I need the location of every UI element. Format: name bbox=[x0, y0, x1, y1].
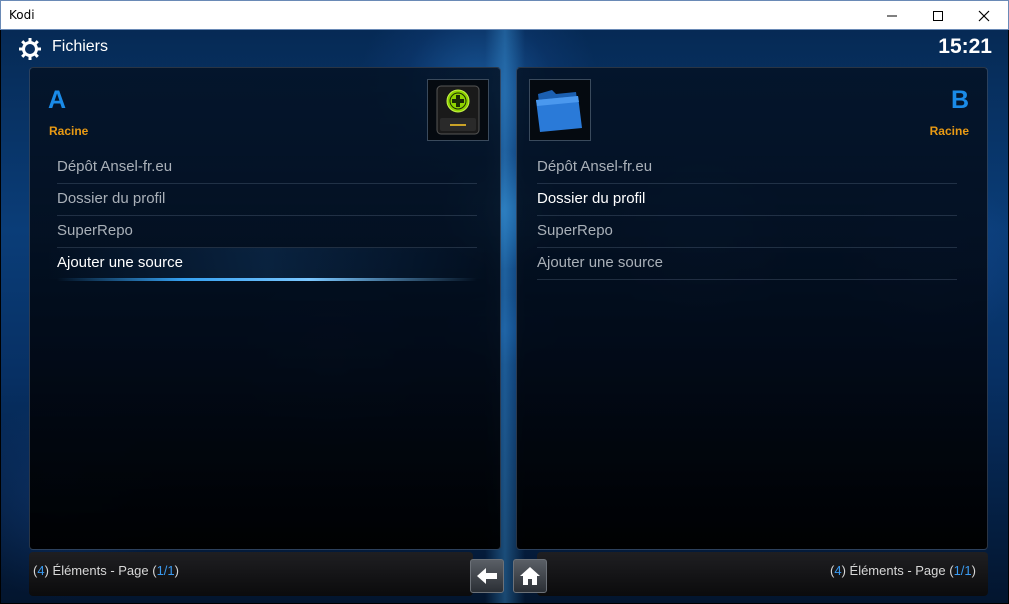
back-button[interactable] bbox=[470, 559, 504, 593]
source-panel-b: B Racine Dépôt Ansel-fr.eu Dossier du pr… bbox=[516, 67, 988, 550]
list-item[interactable]: Dépôt Ansel-fr.eu bbox=[537, 152, 957, 184]
panel-a-thumbnail bbox=[427, 79, 489, 141]
footer-paren: ) bbox=[971, 563, 976, 578]
list-item-label: Dossier du profil bbox=[537, 190, 646, 207]
list-item[interactable]: SuperRepo bbox=[537, 216, 957, 248]
list-item-focused[interactable]: Ajouter une source bbox=[47, 248, 487, 281]
list-item-label: Ajouter une source bbox=[537, 254, 663, 271]
blue-folder-icon bbox=[536, 90, 582, 132]
clock: 15:21 bbox=[938, 35, 992, 58]
kodi-stage: Fichiers 15:21 A Racine Dépôt Ansel-fr.e… bbox=[1, 30, 1008, 603]
panel-a-item-count: (4) Éléments - Page (1/1) bbox=[33, 563, 179, 578]
list-item[interactable]: Ajouter une source bbox=[537, 248, 957, 280]
list-item[interactable]: Dossier du profil bbox=[57, 184, 477, 216]
source-panel-a: A Racine Dépôt Ansel-fr.eu Dossier du pr… bbox=[29, 67, 501, 550]
list-item-label: Dossier du profil bbox=[57, 190, 166, 207]
list-item[interactable]: SuperRepo bbox=[57, 216, 477, 248]
footer-paren: ) bbox=[174, 563, 179, 578]
back-arrow-icon bbox=[477, 568, 497, 584]
footer-label: ) Éléments - Page ( bbox=[44, 563, 157, 578]
footer-label: ) Éléments - Page ( bbox=[841, 563, 954, 578]
maximize-icon bbox=[933, 10, 943, 21]
list-item-label: Dépôt Ansel-fr.eu bbox=[57, 158, 173, 175]
list-item[interactable]: Dépôt Ansel-fr.eu bbox=[57, 152, 477, 184]
close-icon bbox=[978, 10, 990, 21]
footer-count: 4 bbox=[834, 563, 842, 578]
maximize-button[interactable] bbox=[915, 1, 961, 30]
panel-b-footer: (4) Éléments - Page (1/1) bbox=[537, 552, 988, 596]
panel-b-letter: B bbox=[950, 86, 969, 114]
list-item-highlighted[interactable]: Dossier du profil bbox=[537, 184, 957, 216]
footer-page: 1/1 bbox=[953, 563, 972, 578]
list-item-label: Ajouter une source bbox=[57, 254, 183, 271]
panel-a-subtitle: Racine bbox=[49, 124, 89, 138]
close-button[interactable] bbox=[961, 1, 1007, 30]
panel-b-list: Dépôt Ansel-fr.eu Dossier du profil Supe… bbox=[537, 152, 957, 280]
list-item-label: SuperRepo bbox=[57, 222, 133, 239]
footer-count: 4 bbox=[37, 563, 45, 578]
page-title: Fichiers bbox=[52, 38, 109, 55]
minimize-icon bbox=[887, 15, 897, 16]
window-title: Kodi bbox=[9, 8, 35, 22]
gear-icon bbox=[19, 38, 41, 60]
panel-b-subtitle: Racine bbox=[929, 124, 969, 138]
panel-b-item-count: (4) Éléments - Page (1/1) bbox=[830, 563, 976, 578]
home-icon bbox=[520, 567, 540, 585]
panel-b-thumbnail bbox=[529, 79, 591, 141]
panel-a-letter: A bbox=[48, 86, 67, 114]
footer-page: 1/1 bbox=[156, 563, 175, 578]
window-titlebar: Kodi bbox=[0, 0, 1009, 30]
list-item-label: Dépôt Ansel-fr.eu bbox=[537, 158, 653, 175]
panel-a-list: Dépôt Ansel-fr.eu Dossier du profil Supe… bbox=[47, 152, 487, 281]
home-button[interactable] bbox=[513, 559, 547, 593]
panel-a-footer: (4) Éléments - Page (1/1) bbox=[29, 552, 473, 596]
minimize-button[interactable] bbox=[869, 1, 915, 30]
add-drive-icon bbox=[436, 85, 480, 135]
list-item-label: SuperRepo bbox=[537, 222, 613, 239]
